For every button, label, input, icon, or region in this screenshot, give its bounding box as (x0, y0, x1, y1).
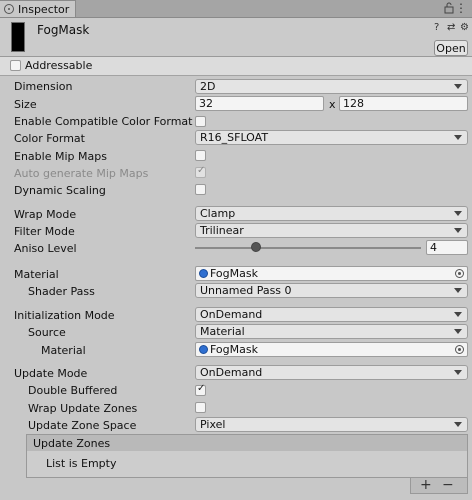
shader-pass-dropdown[interactable]: Unnamed Pass 0 (195, 283, 468, 298)
enable-mipmaps-checkbox[interactable] (195, 150, 206, 161)
update-mode-label: Update Mode (14, 367, 88, 380)
update-zones-list: List is Empty (26, 451, 468, 478)
size-width-value: 32 (199, 97, 213, 110)
update-zone-space-dropdown[interactable]: Pixel (195, 417, 468, 432)
material-icon (199, 269, 208, 278)
dynamic-scaling-checkbox[interactable] (195, 184, 206, 195)
chevron-down-icon (454, 84, 462, 89)
settings-icon[interactable]: ⚙ (460, 22, 469, 33)
shader-pass-label: Shader Pass (28, 285, 95, 298)
more-options-icon[interactable]: ⋮ (455, 1, 467, 15)
dimension-value: 2D (200, 80, 216, 93)
help-icon[interactable]: ? (434, 22, 439, 33)
wrap-update-zones-label: Wrap Update Zones (28, 402, 138, 415)
chevron-down-icon (454, 288, 462, 293)
color-format-value: R16_SFLOAT (200, 131, 269, 144)
material-label: Material (14, 268, 59, 281)
enable-mipmaps-label: Enable Mip Maps (14, 150, 107, 163)
size-label: Size (14, 98, 37, 111)
remove-item-button[interactable]: − (442, 477, 454, 493)
dynamic-scaling-label: Dynamic Scaling (14, 184, 106, 197)
aniso-level-value: 4 (430, 241, 437, 254)
size-height-field[interactable]: 128 (339, 96, 468, 111)
wrap-mode-value: Clamp (200, 207, 236, 220)
addressable-label: Addressable (25, 59, 93, 72)
addressable-checkbox[interactable] (10, 60, 21, 71)
wrap-mode-dropdown[interactable]: Clamp (195, 206, 468, 221)
chevron-down-icon (454, 422, 462, 427)
lock-icon[interactable] (444, 2, 454, 14)
list-footer (410, 478, 468, 494)
color-format-dropdown[interactable]: R16_SFLOAT (195, 130, 468, 145)
material-field[interactable]: FogMask (195, 266, 468, 281)
filter-mode-label: Filter Mode (14, 225, 75, 238)
source-material-field[interactable]: FogMask (195, 342, 468, 357)
shader-pass-value: Unnamed Pass 0 (200, 284, 292, 297)
init-mode-label: Initialization Mode (14, 309, 115, 322)
info-icon (4, 4, 14, 14)
auto-mipmaps-checkbox (195, 165, 206, 178)
aniso-level-label: Aniso Level (14, 242, 77, 255)
update-zones-title: Update Zones (33, 437, 111, 450)
size-height-value: 128 (343, 97, 364, 110)
add-item-button[interactable]: + (420, 477, 432, 493)
open-button[interactable]: Open (434, 40, 468, 56)
enable-compat-label: Enable Compatible Color Format (14, 115, 193, 128)
init-mode-dropdown[interactable]: OnDemand (195, 307, 468, 322)
source-material-value: FogMask (210, 343, 258, 356)
material-icon (199, 345, 208, 354)
enable-compat-checkbox[interactable] (195, 116, 206, 127)
double-buffered-checkbox[interactable] (195, 383, 206, 396)
dimension-label: Dimension (14, 80, 73, 93)
auto-mipmaps-label: Auto generate Mip Maps (14, 167, 149, 180)
tab-inspector[interactable]: Inspector (0, 0, 76, 17)
source-value: Material (200, 325, 245, 338)
chevron-down-icon (454, 329, 462, 334)
material-value: FogMask (210, 267, 258, 280)
chevron-down-icon (454, 312, 462, 317)
source-label: Source (28, 326, 66, 339)
filter-mode-dropdown[interactable]: Trilinear (195, 223, 468, 238)
object-picker-icon[interactable] (455, 269, 464, 278)
size-width-field[interactable]: 32 (195, 96, 324, 111)
aniso-slider-track[interactable] (195, 247, 421, 249)
wrap-update-zones-checkbox[interactable] (195, 402, 206, 413)
tab-label: Inspector (18, 3, 70, 16)
update-zone-space-value: Pixel (200, 418, 226, 431)
chevron-down-icon (454, 228, 462, 233)
asset-thumbnail (11, 22, 25, 52)
init-mode-value: OnDemand (200, 308, 263, 321)
update-zones-header: Update Zones (26, 434, 468, 452)
double-buffered-label: Double Buffered (28, 384, 118, 397)
chevron-down-icon (454, 135, 462, 140)
filter-mode-value: Trilinear (200, 224, 244, 237)
dimension-dropdown[interactable]: 2D (195, 79, 468, 94)
size-separator: x (329, 98, 336, 111)
update-mode-value: OnDemand (200, 366, 263, 379)
update-mode-dropdown[interactable]: OnDemand (195, 365, 468, 380)
chevron-down-icon (454, 370, 462, 375)
object-picker-icon[interactable] (455, 345, 464, 354)
chevron-down-icon (454, 211, 462, 216)
source-material-label: Material (41, 344, 86, 357)
source-dropdown[interactable]: Material (195, 324, 468, 339)
aniso-slider-handle[interactable] (251, 242, 262, 252)
preset-icon[interactable]: ⇄ (447, 22, 455, 33)
wrap-mode-label: Wrap Mode (14, 208, 77, 221)
update-zone-space-label: Update Zone Space (28, 419, 137, 432)
asset-name: FogMask (37, 23, 90, 37)
aniso-level-field[interactable]: 4 (426, 240, 468, 255)
color-format-label: Color Format (14, 132, 85, 145)
list-empty-text: List is Empty (46, 457, 117, 470)
